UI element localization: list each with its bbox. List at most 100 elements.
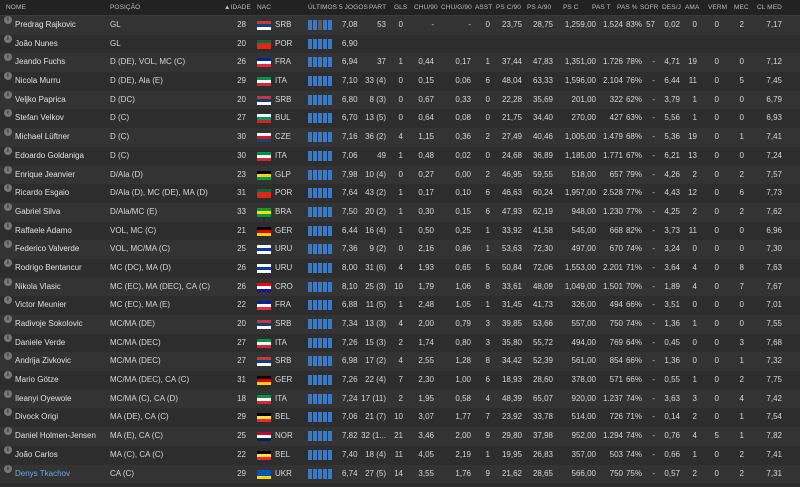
- player-name[interactable]: Divock Origi: [15, 408, 58, 427]
- col-clmed[interactable]: CL MED: [757, 4, 782, 11]
- player-name[interactable]: João Nunes: [15, 35, 58, 54]
- player-name[interactable]: Denys Tkachov: [15, 465, 70, 484]
- info-icon[interactable]: i: [4, 296, 12, 305]
- table-row[interactable]: i Nicola Murru D (DE), Ala (E) 29 ITA 7,10 33 …: [0, 72, 800, 91]
- table-row[interactable]: i Divock Origi MA (DE), CA (C) 29 BEL 7,06 21 …: [0, 408, 800, 428]
- table-row[interactable]: i Radivoje Sokolovic MC/MA (DE) 20 SRB 7,34 13…: [0, 315, 800, 334]
- info-icon[interactable]: i: [4, 333, 12, 342]
- info-icon[interactable]: i: [4, 352, 12, 361]
- col-chu90[interactable]: CHU/90: [414, 4, 438, 11]
- player-name[interactable]: João Carlos: [15, 446, 58, 465]
- col-gls[interactable]: GLS: [394, 4, 407, 11]
- player-name[interactable]: Daniele Verde: [15, 334, 65, 353]
- table-row[interactable]: i Edoardo Goldaniga D (C) 30 ITA 7,06 49 1 0,48 0…: [0, 146, 800, 166]
- info-icon[interactable]: i: [4, 146, 12, 155]
- col-psc90[interactable]: PS C/90: [496, 4, 521, 11]
- info-icon[interactable]: i: [4, 72, 12, 81]
- table-row[interactable]: i Ricardo Esgaio D/Ala (D), MC (DE), MA (D…: [0, 184, 800, 203]
- table-row[interactable]: i Ileanyi Oyewole MC/MA (C), CA (D) 18 ITA 7,…: [0, 389, 800, 409]
- col-nac[interactable]: NAC: [257, 4, 271, 11]
- table-row[interactable]: i Andrija Zivkovic MC/MA (DEC) 27 SRB 6,98 17 …: [0, 352, 800, 372]
- col-psc[interactable]: PS C: [563, 4, 579, 11]
- col-chug90[interactable]: CHU/G/90: [441, 4, 472, 11]
- info-icon[interactable]: i: [4, 277, 12, 286]
- stat-mec: 1: [739, 356, 744, 366]
- player-name[interactable]: Federico Valverde: [15, 240, 79, 259]
- col-desj[interactable]: DES/J: [662, 4, 681, 11]
- table-row[interactable]: i Daniele Verde MC/MA (DEC) 27 ITA 7,26 15 (3)…: [0, 333, 800, 353]
- table-row[interactable]: i Federico Valverde VOL, MC/MA (C) 25 URU 7,3…: [0, 240, 800, 259]
- col-sofr[interactable]: SOFR: [640, 4, 658, 11]
- stat-psc90: 46,95: [501, 169, 522, 179]
- table-row[interactable]: i Mario Götze MC/MA (DEC), CA (C) 31 GER 7,26…: [0, 371, 800, 390]
- table-row[interactable]: i Victor Meunier MC (EC), MA (E) 22 FRA 6,88 1…: [0, 296, 800, 315]
- player-name[interactable]: Enrique Jeanvier: [15, 166, 75, 185]
- info-icon[interactable]: i: [4, 202, 12, 211]
- col-paspct[interactable]: PAS %: [617, 4, 638, 11]
- table-row[interactable]: i Rodrigo Bentancur MC (DC), MA (D) 26 URU 8,…: [0, 258, 800, 278]
- info-icon[interactable]: i: [4, 90, 12, 99]
- info-icon[interactable]: i: [4, 315, 12, 323]
- table-row[interactable]: i Daniel Holmen-Jensen MA (E), CA (C) 25 NOR…: [0, 427, 800, 446]
- col-idade[interactable]: ▲IDADE: [224, 4, 251, 11]
- table-row[interactable]: i Denys Tkachov CA (C) 29 UKR 6,74 27 (5) 14 3,5…: [0, 464, 800, 484]
- info-icon[interactable]: i: [4, 34, 12, 43]
- table-row[interactable]: i João Carlos MA (C), CA (C) 22 BEL 7,40 18 (4…: [0, 445, 800, 465]
- info-icon[interactable]: i: [4, 427, 12, 436]
- col-form[interactable]: ÚLTIMOS 5 JOGOS: [308, 4, 368, 11]
- col-part[interactable]: PART: [369, 4, 386, 11]
- player-name[interactable]: Rodrigo Bentancur: [15, 259, 82, 278]
- col-nome[interactable]: NOME: [6, 4, 26, 11]
- player-name[interactable]: Veljko Paprica: [15, 91, 66, 110]
- player-name[interactable]: Predrag Rajkovic: [15, 16, 76, 35]
- table-row[interactable]: i Nikola Vlasic MC (EC), MA (DEC), CA (C) 2…: [0, 277, 800, 297]
- player-name[interactable]: Victor Meunier: [15, 296, 66, 315]
- player-name[interactable]: Ricardo Esgaio: [15, 184, 69, 203]
- player-name[interactable]: Edoardo Goldaniga: [15, 147, 84, 166]
- info-icon[interactable]: i: [4, 389, 12, 398]
- info-icon[interactable]: i: [4, 371, 12, 380]
- info-icon[interactable]: i: [4, 464, 12, 473]
- col-asst[interactable]: ASST: [475, 4, 492, 11]
- table-row[interactable]: i Raffaele Adamo VOL, MC (C) 21 GER 6,44 16 (4…: [0, 221, 800, 241]
- col-past[interactable]: PAS T: [592, 4, 611, 11]
- table-row[interactable]: i Michael Lüftner D (C) 30 CZE 7,16 36 (2) 4 1,1…: [0, 128, 800, 147]
- player-name[interactable]: Stefan Velkov: [15, 109, 64, 128]
- player-name[interactable]: Jeando Fuchs: [15, 53, 65, 72]
- table-row[interactable]: i Jeando Fuchs D (DE), VOL, MC (C) 26 FRA 6,9…: [0, 53, 800, 73]
- col-verm[interactable]: VERM: [708, 4, 727, 11]
- table-row[interactable]: i João Nunes GL 20 POR 6,90: [0, 34, 800, 54]
- player-name[interactable]: Nikola Vlasic: [15, 278, 61, 297]
- info-icon[interactable]: i: [4, 53, 12, 62]
- stat-ama: 0: [692, 20, 697, 29]
- player-name[interactable]: Michael Lüftner: [15, 128, 70, 147]
- player-name[interactable]: Radivoje Sokolovic: [15, 315, 83, 334]
- info-icon[interactable]: i: [4, 408, 12, 417]
- info-icon[interactable]: i: [4, 221, 12, 230]
- col-posicao[interactable]: POSIÇÃO: [110, 4, 140, 11]
- table-row[interactable]: i Enrique Jeanvier D/Ala (D) 23 GLP 7,98 10 (4…: [0, 165, 800, 185]
- form-bar: [327, 319, 332, 329]
- info-icon[interactable]: i: [4, 184, 12, 193]
- info-icon[interactable]: i: [4, 109, 12, 118]
- col-pa90[interactable]: PS A/90: [527, 4, 551, 11]
- info-icon[interactable]: i: [4, 128, 12, 137]
- col-mec[interactable]: MEC: [734, 4, 749, 11]
- table-row[interactable]: i Predrag Rajkovic GL 28 SRB 7,08 53 0- -0 23,75 2…: [0, 16, 800, 35]
- player-name[interactable]: Ileanyi Oyewole: [15, 390, 71, 409]
- info-icon[interactable]: i: [4, 445, 12, 454]
- player-name[interactable]: Gabriel Silva: [15, 203, 60, 222]
- info-icon[interactable]: i: [4, 240, 12, 249]
- player-name[interactable]: Mario Götze: [15, 371, 59, 390]
- player-name[interactable]: Daniel Holmen-Jensen: [15, 427, 96, 446]
- col-ama[interactable]: AMA: [685, 4, 699, 11]
- player-name[interactable]: Nicola Murru: [15, 72, 60, 91]
- table-row[interactable]: i Gabriel Silva D/Ala/MC (E) 33 BRA 7,50 20 (2…: [0, 202, 800, 222]
- info-icon[interactable]: i: [4, 258, 12, 267]
- player-name[interactable]: Andrija Zivkovic: [15, 352, 71, 371]
- table-row[interactable]: i Veljko Paprica D (DC) 20 SRB 6,80 8 (3) 0 0,67…: [0, 90, 800, 110]
- table-row[interactable]: i Stefan Velkov D (C) 27 BUL 6,70 13 (5) 0 0,64 0…: [0, 109, 800, 129]
- info-icon[interactable]: i: [4, 16, 12, 24]
- player-name[interactable]: Raffaele Adamo: [15, 222, 72, 241]
- info-icon[interactable]: i: [4, 165, 12, 174]
